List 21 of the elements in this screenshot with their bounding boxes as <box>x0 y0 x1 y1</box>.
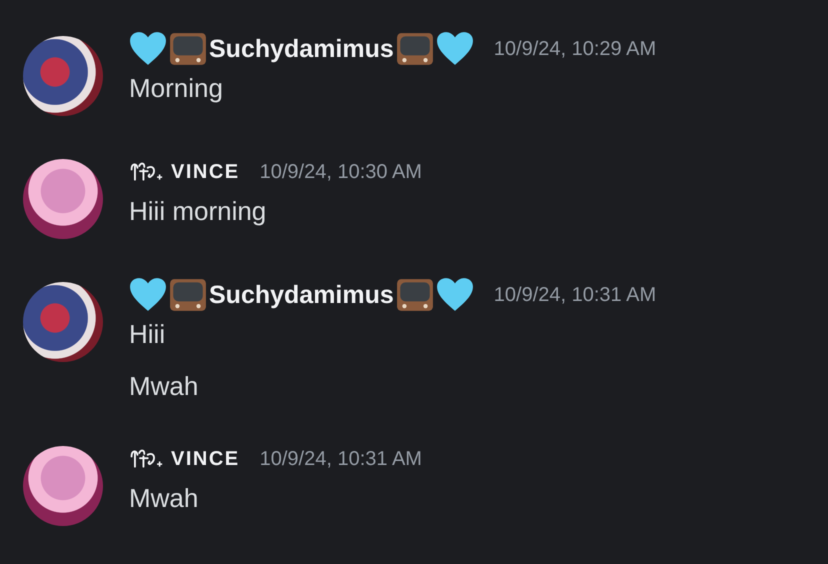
heart-icon <box>129 31 167 67</box>
timestamp: 10/9/24, 10:30 AM <box>260 160 422 184</box>
username[interactable]: VINCE <box>171 448 240 470</box>
username[interactable]: VINCE <box>171 160 240 184</box>
television-icon <box>396 31 434 67</box>
heart-icon <box>436 277 474 313</box>
message-text: Mwah <box>129 482 200 515</box>
heart-icon <box>436 31 474 67</box>
message-text: Morning <box>129 72 224 105</box>
timestamp: 10/9/24, 10:29 AM <box>494 38 656 60</box>
message-text: Hiii morning <box>129 195 268 228</box>
timestamp: 10/9/24, 10:31 AM <box>260 448 422 470</box>
television-icon <box>169 277 207 313</box>
television-icon <box>169 31 207 67</box>
timestamp: 10/9/24, 10:31 AM <box>494 284 656 306</box>
message-text: Hiii <box>129 318 166 351</box>
heart-icon <box>129 277 167 313</box>
username[interactable]: Suchydamimus <box>209 280 394 310</box>
television-icon <box>396 277 434 313</box>
message-text: Mwah <box>129 370 200 403</box>
username[interactable]: Suchydamimus <box>209 34 394 64</box>
